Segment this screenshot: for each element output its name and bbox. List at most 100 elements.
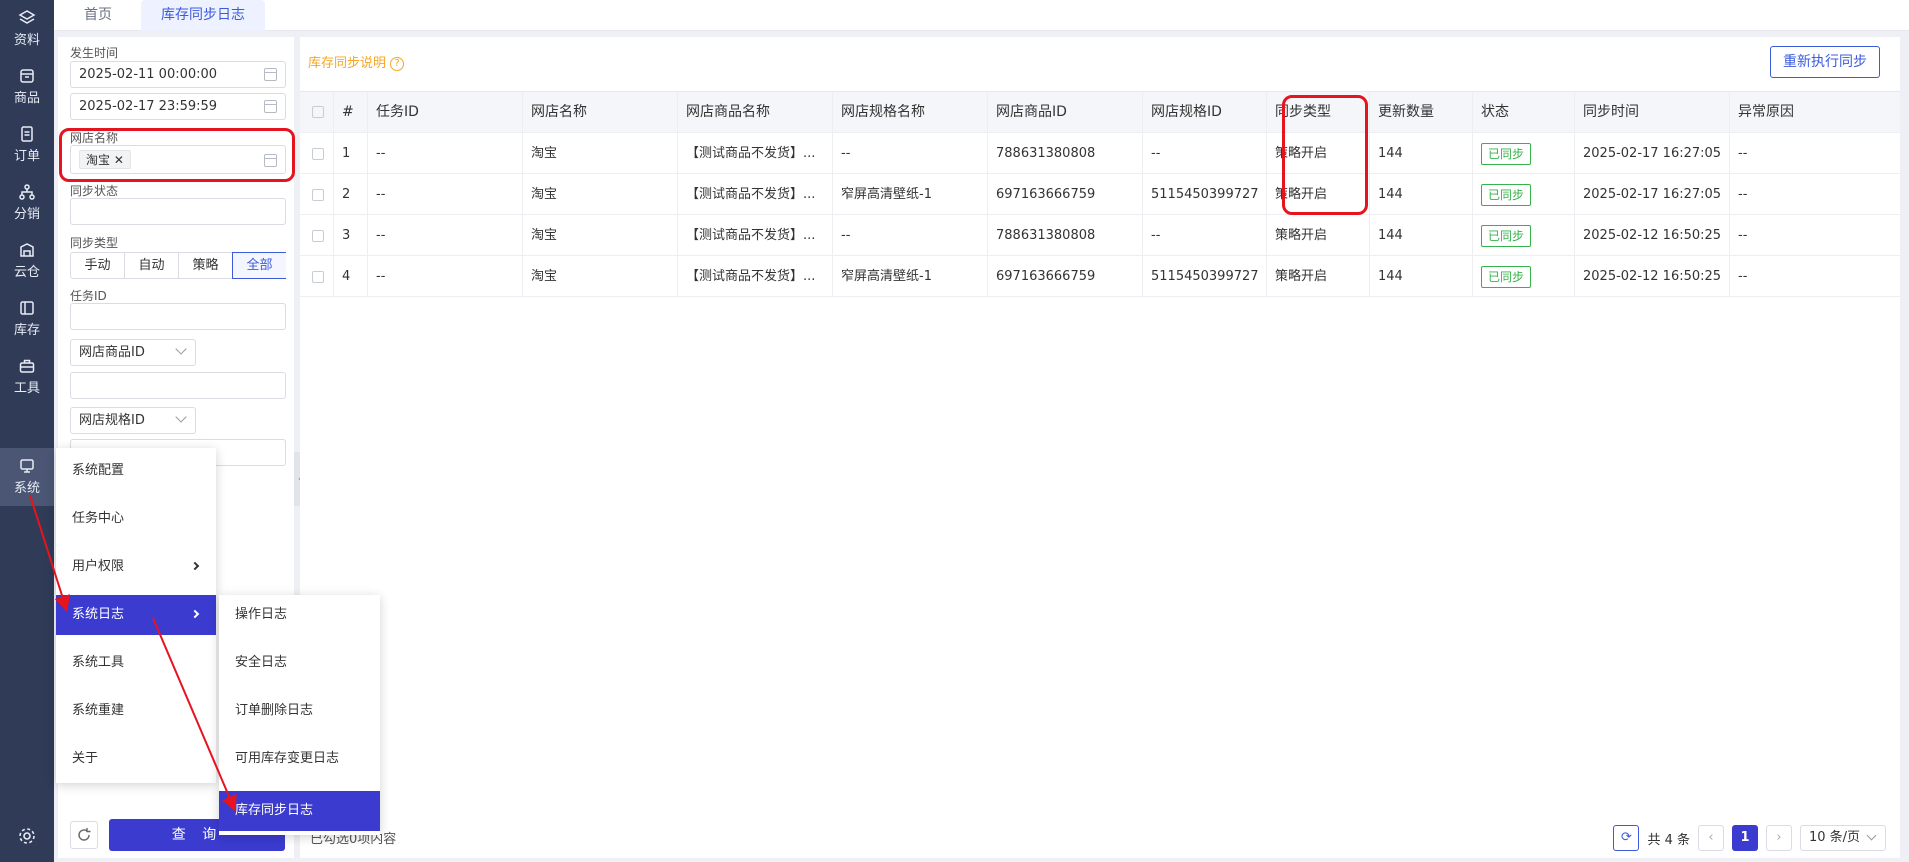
nav-item-fenxiao[interactable]: 分销 — [0, 174, 54, 232]
sync-status-field[interactable] — [70, 198, 286, 225]
menu-item-task-center[interactable]: 任务中心 — [56, 499, 216, 539]
toolbox-icon — [19, 359, 35, 373]
table-cell: 淘宝 — [523, 133, 678, 174]
prev-page-button[interactable]: ‹ — [1698, 825, 1724, 851]
sync-type-label: 同步类型 — [70, 236, 119, 250]
nav-item-gongju[interactable]: 工具 — [0, 348, 54, 406]
sync-type-auto[interactable]: 自动 — [125, 253, 179, 278]
help-link-label: 库存同步说明 — [308, 56, 387, 71]
nav-label: 云仓 — [13, 265, 40, 280]
submenu-item-order-delete-log[interactable]: 订单删除日志 — [219, 691, 380, 731]
table-cell: 144 — [1370, 215, 1473, 256]
page-size-select[interactable]: 10 条/页 — [1800, 825, 1886, 851]
next-page-button[interactable]: › — [1766, 825, 1792, 851]
row-checkbox[interactable] — [312, 188, 324, 201]
gear-icon[interactable] — [17, 826, 37, 846]
nav-item-kucun[interactable]: 库存 — [0, 290, 54, 348]
chevron-right-icon — [190, 609, 200, 619]
table-cell: 144 — [1370, 256, 1473, 297]
tab-home[interactable]: 首页 — [64, 0, 132, 31]
menu-item-user-permissions[interactable]: 用户权限 — [56, 547, 216, 587]
table-cell: -- — [1738, 228, 1748, 243]
column-header: 更新数量 — [1370, 92, 1473, 133]
table-cell: 788631380808 — [988, 133, 1143, 174]
refresh-icon[interactable]: ⟳ — [1613, 825, 1640, 851]
submenu-item-stock-sync-log[interactable]: 库存同步日志 — [219, 791, 380, 831]
column-header: 状态 — [1473, 92, 1575, 133]
warehouse-icon — [20, 243, 34, 257]
column-header: 网店商品名称 — [678, 92, 833, 133]
nav-item-ziliao[interactable]: 资料 — [0, 0, 54, 58]
question-icon: ? — [390, 56, 405, 71]
row-checkbox[interactable] — [312, 270, 324, 283]
rerun-sync-button[interactable]: 重新执行同步 — [1770, 46, 1880, 78]
page-size-value: 10 条/页 — [1809, 830, 1861, 845]
sync-type-all[interactable]: 全部 — [232, 252, 286, 279]
column-header: 网店规格ID — [1143, 92, 1267, 133]
chevron-down-icon — [1866, 830, 1877, 841]
table-cell: 2 — [334, 174, 368, 215]
table-cell: -- — [368, 256, 523, 297]
reset-button[interactable] — [70, 821, 98, 849]
table-row[interactable]: 2 -- 淘宝 【测试商品不发货】... 窄屏高清壁纸-1 6971636667… — [300, 174, 1900, 215]
submenu-item-available-stock-log[interactable]: 可用库存变更日志 — [219, 739, 380, 779]
sync-status-label: 同步状态 — [70, 184, 119, 198]
table-row[interactable]: 3 -- 淘宝 【测试商品不发货】... -- 788631380808 -- … — [300, 215, 1900, 256]
nav-item-shangpin[interactable]: 商品 — [0, 58, 54, 116]
table-cell: -- — [1738, 146, 1748, 161]
sync-type-strategy[interactable]: 策略 — [179, 253, 233, 278]
help-link[interactable]: 库存同步说明? — [308, 52, 405, 71]
sync-log-table: # 任务ID 网店名称 网店商品名称 网店规格名称 网店商品ID 网店规格ID … — [300, 91, 1900, 297]
goods-id-field[interactable] — [70, 372, 286, 399]
goods-id-select[interactable]: 网店商品ID — [70, 339, 196, 366]
nav-label: 系统 — [13, 481, 40, 496]
menu-item-label: 用户权限 — [72, 559, 125, 574]
menu-item-about[interactable]: 关于 — [56, 739, 216, 779]
table-cell: 4 — [334, 256, 368, 297]
nav-item-xitong[interactable]: 系统 — [0, 448, 54, 506]
time-end-field[interactable]: 2025-02-17 23:59:59 — [70, 93, 286, 120]
table-cell: -- — [1143, 133, 1267, 174]
table-row[interactable]: 1 -- 淘宝 【测试商品不发货】... -- 788631380808 -- … — [300, 133, 1900, 174]
table-cell: 淘宝 — [523, 215, 678, 256]
spec-id-select-value: 网店规格ID — [79, 413, 145, 428]
menu-item-label: 系统日志 — [72, 607, 125, 622]
submenu-item-security-log[interactable]: 安全日志 — [219, 643, 380, 683]
tab-stock-sync-log[interactable]: 库存同步日志 — [141, 0, 265, 31]
row-select-cell — [300, 133, 334, 174]
tab-bar: 首页 库存同步日志 — [54, 0, 1909, 31]
chevron-right-icon — [190, 561, 200, 571]
box-icon — [20, 69, 34, 83]
menu-item-system-config[interactable]: 系统配置 — [56, 451, 216, 491]
time-label: 发生时间 — [70, 46, 119, 60]
table-cell: 淘宝 — [523, 256, 678, 297]
menu-item-system-tools[interactable]: 系统工具 — [56, 643, 216, 683]
time-start-value: 2025-02-11 00:00:00 — [79, 67, 218, 82]
select-all-checkbox[interactable] — [312, 106, 324, 118]
nav-item-dingdan[interactable]: 订单 — [0, 116, 54, 174]
row-checkbox[interactable] — [312, 147, 324, 160]
time-start-field[interactable]: 2025-02-11 00:00:00 — [70, 61, 286, 88]
table-cell: 3 — [334, 215, 368, 256]
nav-label: 分销 — [13, 207, 40, 222]
status-badge: 已同步 — [1481, 142, 1532, 165]
sync-type-manual[interactable]: 手动 — [71, 253, 125, 278]
status-badge: 已同步 — [1481, 265, 1532, 288]
select-all-cell — [300, 92, 334, 133]
task-id-field[interactable] — [70, 303, 286, 330]
calendar-icon — [264, 100, 277, 113]
spec-id-select[interactable]: 网店规格ID — [70, 407, 196, 434]
table-cell: 2025-02-17 16:27:05 — [1575, 133, 1730, 174]
menu-item-system-log[interactable]: 系统日志 — [56, 595, 216, 635]
menu-item-system-rebuild[interactable]: 系统重建 — [56, 691, 216, 731]
table-cell: -- — [368, 133, 523, 174]
submenu-item-operation-log[interactable]: 操作日志 — [219, 595, 380, 635]
table-row[interactable]: 4 -- 淘宝 【测试商品不发货】... 窄屏高清壁纸-1 6971636667… — [300, 256, 1900, 297]
current-page[interactable]: 1 — [1732, 825, 1758, 851]
row-checkbox[interactable] — [312, 229, 324, 242]
status-badge: 已同步 — [1481, 183, 1532, 206]
nav-item-yuncang[interactable]: 云仓 — [0, 232, 54, 290]
table-cell: 【测试商品不发货】... — [678, 256, 833, 297]
table-cell: 5115450399727 — [1143, 174, 1267, 215]
table-cell: -- — [1738, 187, 1748, 202]
